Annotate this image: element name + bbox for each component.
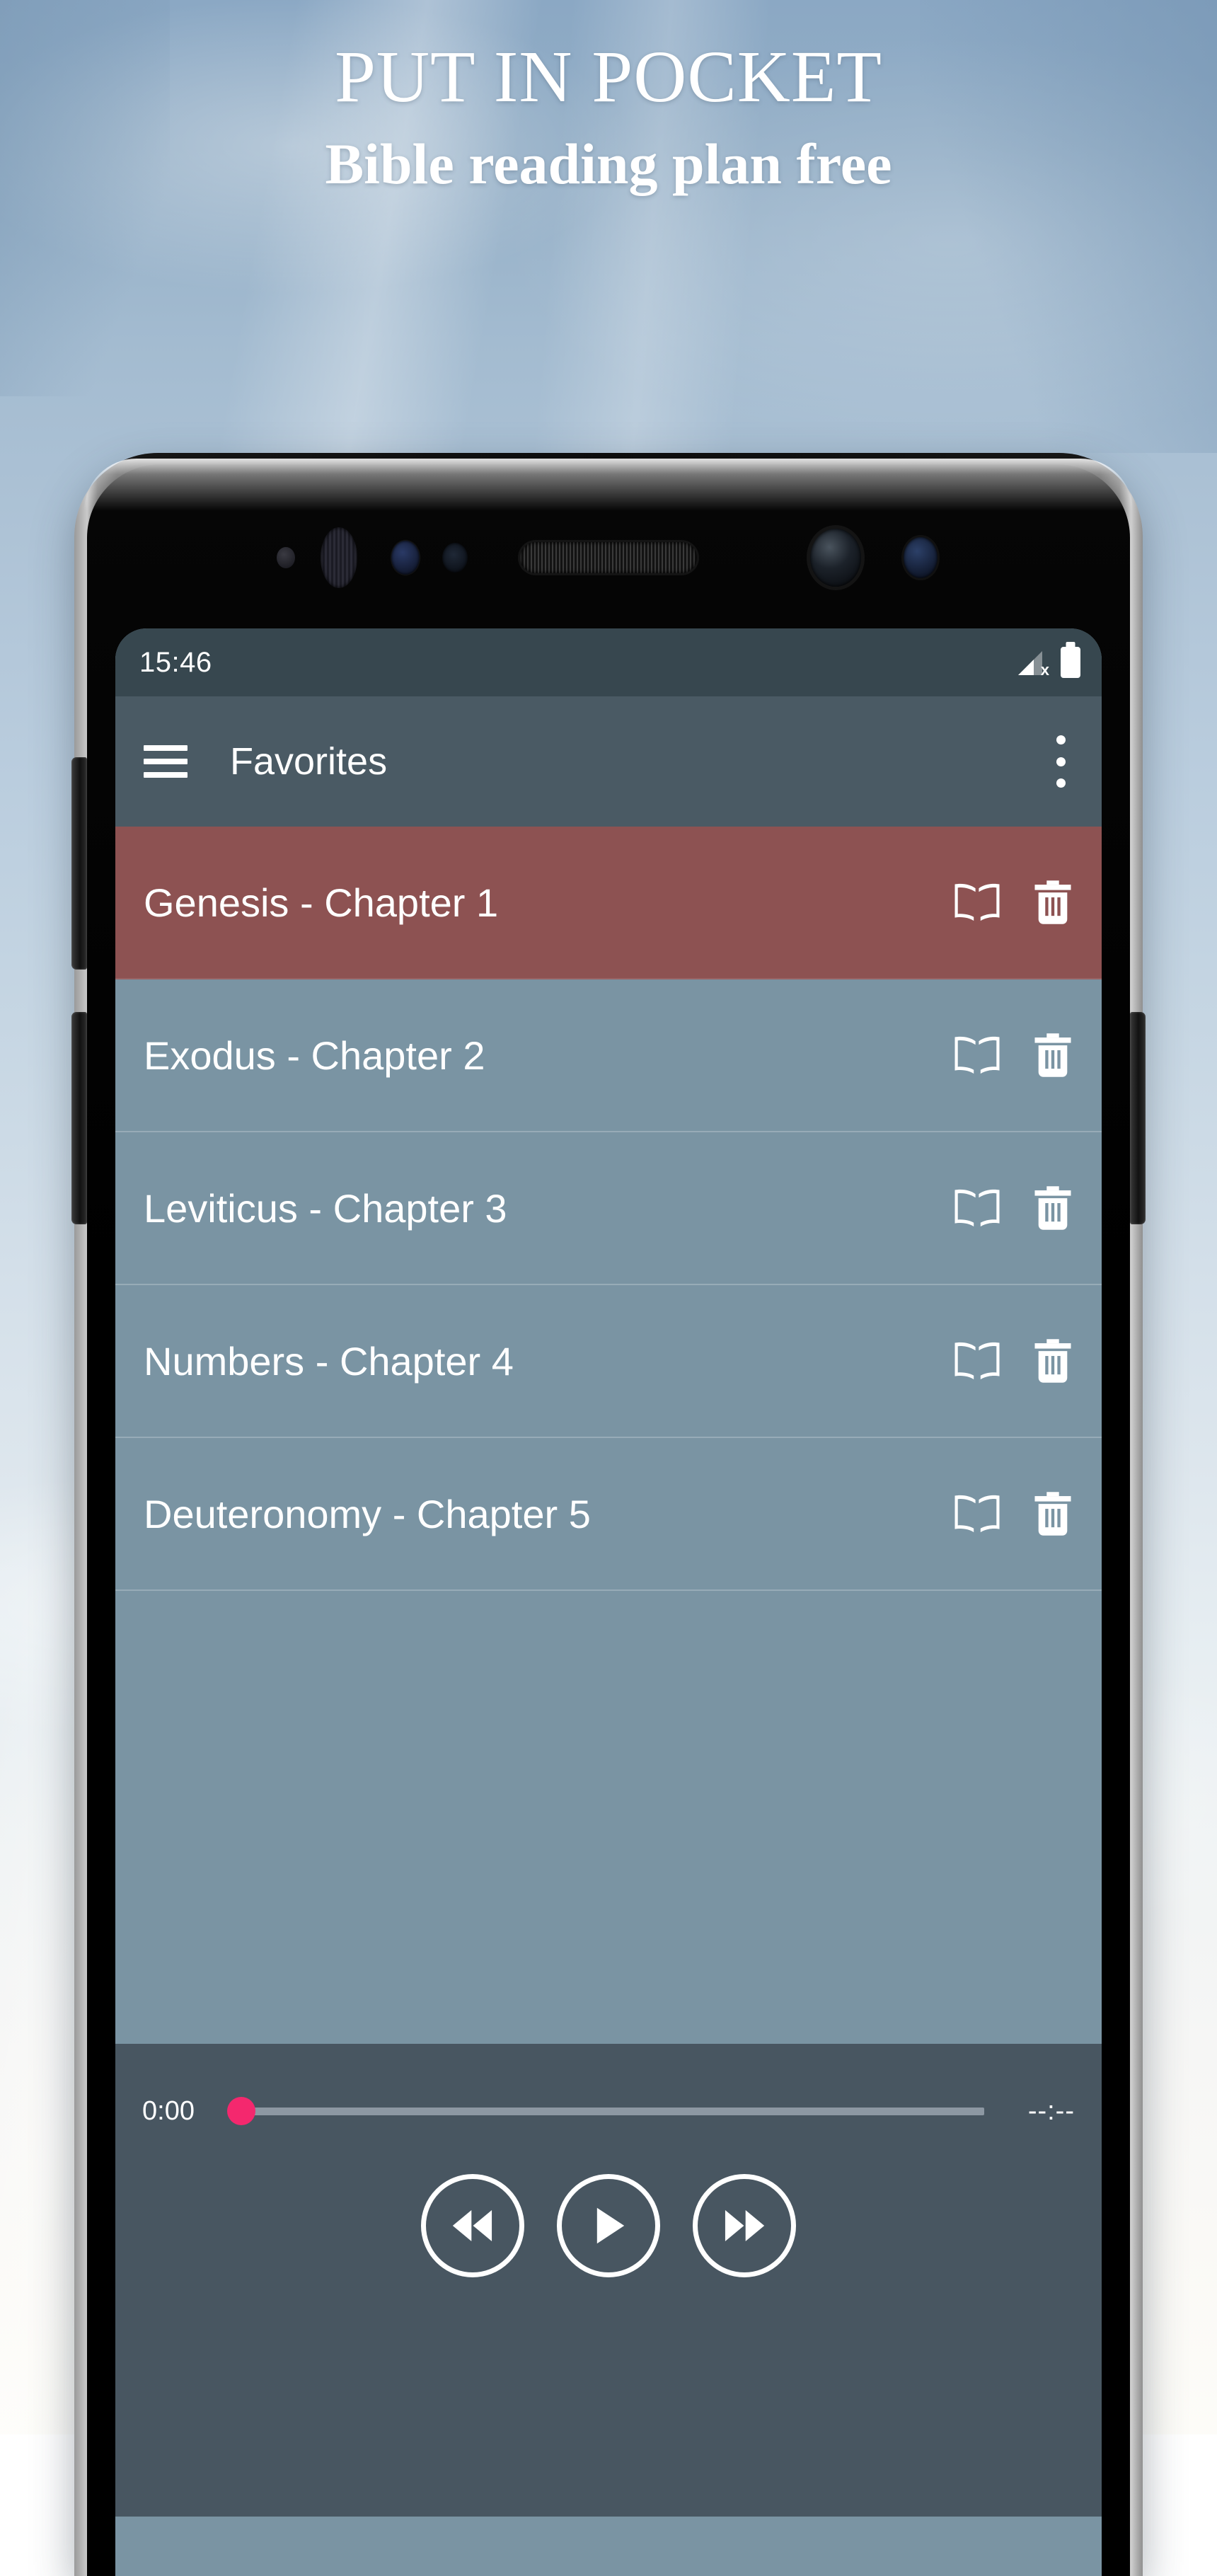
list-item-label: Numbers - Chapter 4	[144, 1338, 514, 1384]
seek-bar[interactable]	[227, 2097, 1004, 2125]
list-item-actions	[952, 1033, 1082, 1078]
forward-button[interactable]	[693, 2174, 796, 2277]
volume-down-button[interactable]	[71, 1012, 87, 1224]
open-book-icon[interactable]	[952, 881, 1003, 924]
promo-subheadline: Bible reading plan free	[325, 131, 892, 196]
list-item[interactable]: Deuteronomy - Chapter 5	[115, 1438, 1102, 1591]
volume-up-button[interactable]	[71, 757, 87, 970]
page-title: Favorites	[230, 740, 388, 783]
overflow-menu-icon[interactable]	[1055, 735, 1066, 788]
trash-icon[interactable]	[1032, 1033, 1073, 1078]
power-button[interactable]	[1130, 1012, 1146, 1224]
list-item-actions	[952, 1491, 1082, 1536]
list-item-label: Leviticus - Chapter 3	[144, 1185, 507, 1231]
play-icon	[596, 2207, 625, 2244]
list-item-label: Exodus - Chapter 2	[144, 1033, 485, 1078]
screen-bottom-strip	[115, 2517, 1102, 2576]
list-item[interactable]: Genesis - Chapter 1	[115, 827, 1102, 979]
trash-icon[interactable]	[1032, 1491, 1073, 1536]
battery-full-icon	[1061, 647, 1080, 678]
open-book-icon[interactable]	[952, 1034, 1003, 1076]
list-item-actions	[952, 1338, 1082, 1384]
open-book-icon[interactable]	[952, 1187, 1003, 1229]
favorites-list: Genesis - Chapter 1 Exodus - Chapter 2 L…	[115, 827, 1102, 2044]
list-item[interactable]: Exodus - Chapter 2	[115, 979, 1102, 1132]
list-item[interactable]: Numbers - Chapter 4	[115, 1285, 1102, 1438]
list-item[interactable]: Leviticus - Chapter 3	[115, 1132, 1102, 1285]
promo-headline: PUT IN POCKET	[335, 36, 882, 117]
list-item-actions	[952, 880, 1082, 925]
duration-label: --:--	[1027, 2095, 1075, 2126]
app-bar: Favorites	[115, 696, 1102, 827]
seek-bar-row: 0:00 --:--	[115, 2086, 1102, 2136]
earpiece-speaker-icon	[520, 542, 697, 573]
rewind-icon	[452, 2210, 492, 2241]
trash-icon[interactable]	[1032, 1185, 1073, 1231]
phone-sensor-row	[87, 494, 1130, 621]
promo-heading-block: PUT IN POCKET Bible reading plan free	[0, 34, 1217, 200]
current-time-label: 0:00	[142, 2095, 195, 2126]
list-empty-area	[115, 1591, 1102, 2044]
seek-thumb[interactable]	[227, 2097, 255, 2125]
list-item-label: Genesis - Chapter 1	[144, 880, 499, 925]
hamburger-menu-icon[interactable]	[144, 745, 188, 778]
seek-track[interactable]	[241, 2107, 984, 2115]
play-button[interactable]	[557, 2174, 660, 2277]
list-item-label: Deuteronomy - Chapter 5	[144, 1491, 591, 1536]
rewind-button[interactable]	[421, 2174, 524, 2277]
phone-screen: 15:46 x Favorites Genesis - Chapter 1 Ex…	[115, 628, 1102, 2576]
list-item-actions	[952, 1185, 1082, 1231]
ir-emitter-icon	[442, 543, 468, 573]
front-camera-icon	[810, 529, 861, 587]
open-book-icon[interactable]	[952, 1493, 1003, 1535]
trash-icon[interactable]	[1032, 880, 1073, 925]
phone-mockup: 15:46 x Favorites Genesis - Chapter 1 Ex…	[71, 453, 1146, 2576]
status-bar-icons: x	[1017, 647, 1080, 678]
signal-x-badge: x	[1040, 661, 1049, 679]
trash-icon[interactable]	[1032, 1338, 1073, 1384]
iris-scanner-icon	[321, 527, 357, 588]
status-bar-clock: 15:46	[139, 646, 212, 678]
light-sensor-icon	[391, 541, 420, 575]
media-player: 0:00 --:--	[115, 2044, 1102, 2576]
signal-no-service-icon: x	[1017, 647, 1049, 679]
secondary-sensor-icon	[904, 537, 938, 578]
open-book-icon[interactable]	[952, 1340, 1003, 1382]
fast-forward-icon	[725, 2210, 765, 2241]
transport-controls	[115, 2174, 1102, 2277]
proximity-sensor-icon	[277, 547, 295, 568]
status-bar: 15:46 x	[115, 628, 1102, 696]
